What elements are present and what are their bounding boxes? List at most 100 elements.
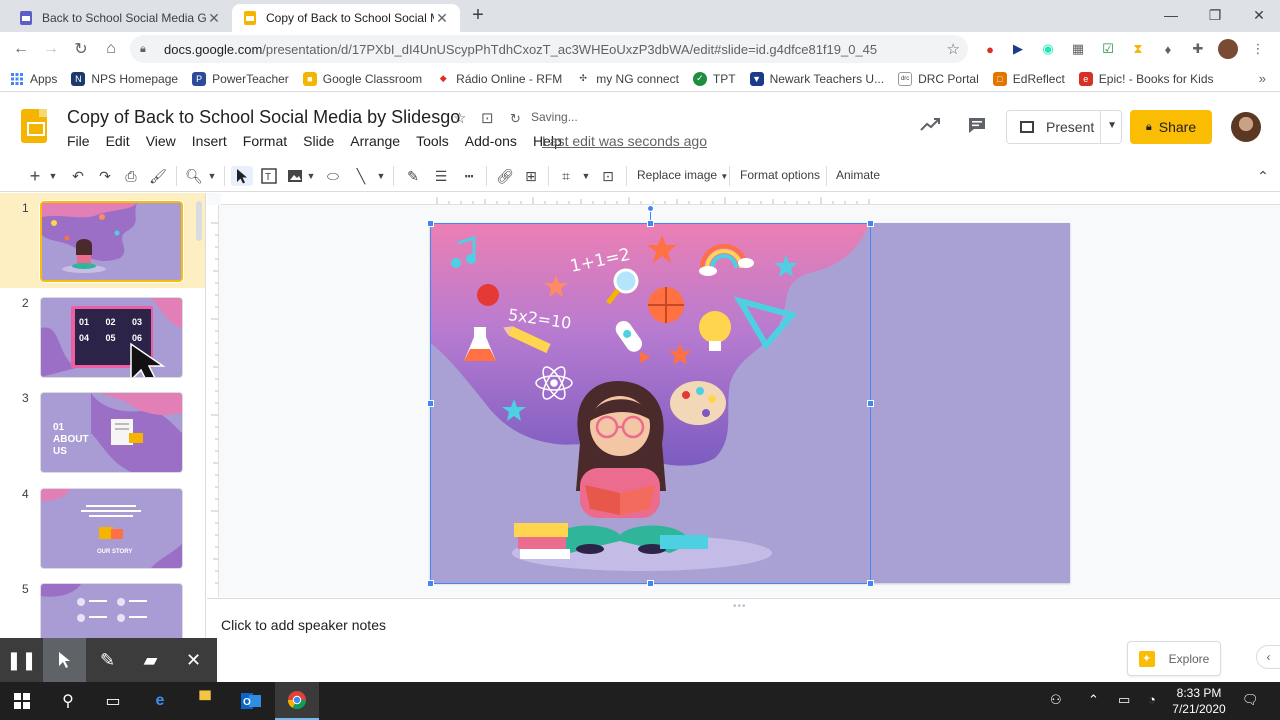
rotate-handle[interactable] [647, 205, 654, 212]
horizontal-ruler[interactable] [221, 193, 1280, 205]
add-comment-icon[interactable]: ⊞ [521, 166, 541, 186]
menu-slide[interactable]: Slide [303, 133, 334, 149]
pause-icon[interactable]: ❚❚ [0, 638, 43, 682]
back-arrow-icon[interactable]: ← [6, 34, 36, 64]
comment-icon[interactable] [967, 116, 987, 139]
bookmark-edreflect[interactable]: □ EdReflect [992, 71, 1065, 86]
close-window-icon[interactable]: ✕ [1236, 0, 1280, 30]
windows-start-icon[interactable] [0, 682, 44, 720]
menu-insert[interactable]: Insert [192, 133, 227, 149]
bookmark-drc[interactable]: drc DRC Portal [898, 71, 979, 86]
crop-dropdown-icon[interactable]: ▼ [580, 166, 592, 186]
resize-handle-top[interactable] [647, 220, 654, 227]
extensions-puzzle-icon[interactable]: ✚ [1188, 39, 1208, 59]
slide-thumbnail-4[interactable]: OUR STORY [40, 488, 183, 569]
vertical-ruler[interactable] [207, 205, 219, 597]
menu-view[interactable]: View [146, 133, 176, 149]
extension-grammarly-icon[interactable]: ◉ [1038, 39, 1058, 59]
bookmark-classroom[interactable]: ■ Google Classroom [302, 71, 422, 86]
account-avatar[interactable] [1231, 112, 1261, 142]
image-selection-box[interactable] [430, 223, 871, 584]
select-cursor-icon[interactable] [231, 166, 253, 186]
slide-thumbnail-3[interactable]: 01 ABOUT US [40, 392, 183, 473]
extension-check-icon[interactable]: ☑ [1098, 39, 1118, 59]
resize-handle-top-right[interactable] [867, 220, 874, 227]
menu-tools[interactable]: Tools [416, 133, 449, 149]
bookmarks-more-icon[interactable]: » [1259, 71, 1266, 86]
home-icon[interactable]: ⌂ [96, 34, 126, 64]
bookmark-nps[interactable]: N NPS Homepage [71, 71, 178, 86]
slide-thumbnail-2[interactable]: 01 02 03 04 05 06 [40, 297, 183, 378]
format-options-button[interactable]: Format options [740, 168, 820, 182]
move-folder-icon[interactable]: ⊡ [481, 109, 494, 127]
resize-handle-bottom-right[interactable] [867, 580, 874, 587]
resize-handle-left[interactable] [427, 400, 434, 407]
share-button[interactable]: 🔒︎ Share [1130, 110, 1212, 144]
border-color-icon[interactable]: ✎ [403, 166, 423, 186]
menu-format[interactable]: Format [243, 133, 287, 149]
bookmark-apps[interactable]: Apps [10, 72, 57, 86]
collapse-toolbar-icon[interactable]: ⌃ [1254, 166, 1272, 186]
chevron-up-icon[interactable]: ⌃ [1088, 692, 1099, 708]
people-icon[interactable]: ⚇ [1050, 692, 1062, 708]
resize-handle-bottom[interactable] [647, 580, 654, 587]
shape-icon[interactable]: ⬭ [323, 166, 343, 186]
search-icon[interactable]: ⚲ [46, 682, 90, 720]
notifications-icon[interactable]: 🗨︎ [1242, 692, 1259, 708]
menu-arrange[interactable]: Arrange [350, 133, 400, 149]
text-box-icon[interactable]: T [259, 166, 279, 186]
edge-browser-icon[interactable]: e [138, 682, 182, 720]
close-tab-icon[interactable]: ✕ [434, 10, 450, 27]
menu-file[interactable]: File [67, 133, 90, 149]
wifi-icon[interactable]: ◔ [1148, 692, 1156, 707]
extension-timer-icon[interactable]: ⧗ [1128, 39, 1148, 59]
bookmark-radio[interactable]: ◆ Rádio Online - RFM [436, 72, 563, 86]
paint-format-icon[interactable]: 🖌︎ [148, 166, 168, 186]
filmstrip-scrollbar[interactable] [196, 201, 202, 241]
pointer-icon[interactable] [43, 638, 86, 682]
bookmark-tpt[interactable]: ✓ TPT [692, 71, 736, 86]
extension-pin-icon[interactable]: ♦ [1158, 39, 1178, 59]
star-icon[interactable]: ☆ [453, 109, 466, 127]
document-title[interactable]: Copy of Back to School Social Media by S… [67, 107, 460, 128]
slide-thumbnail-5[interactable] [40, 583, 183, 638]
menu-edit[interactable]: Edit [106, 133, 130, 149]
present-dropdown-icon[interactable]: ▼ [1107, 120, 1117, 131]
activity-trend-icon[interactable] [920, 116, 940, 137]
file-explorer-icon[interactable]: ▀ [183, 682, 227, 720]
address-bar[interactable]: 🔒︎ docs.google.com/presentation/d/17PXbI… [130, 35, 968, 63]
close-icon[interactable]: ✕ [172, 638, 215, 682]
profile-avatar[interactable] [1218, 39, 1238, 59]
bookmark-powerteacher[interactable]: P PowerTeacher [192, 71, 289, 86]
pen-icon[interactable]: ✎ [86, 638, 129, 682]
animate-button[interactable]: Animate [836, 168, 880, 182]
browser-tab[interactable]: Back to School Social Media Goo ✕ [8, 4, 232, 32]
bookmark-epic[interactable]: e Epic! - Books for Kids [1078, 71, 1214, 86]
extension-grid-icon[interactable]: ▦ [1068, 39, 1088, 59]
line-dropdown-icon[interactable]: ▼ [375, 166, 387, 186]
notes-resize-grip-icon[interactable]: ••• [733, 601, 747, 612]
menu-addons[interactable]: Add-ons [465, 133, 517, 149]
extension-record-icon[interactable]: ● [980, 39, 1000, 59]
replace-image-button[interactable]: Replace image ▼ [637, 168, 728, 182]
insert-image-icon[interactable] [285, 166, 305, 186]
reset-image-icon[interactable]: ⊡ [598, 166, 618, 186]
bookmark-star-icon[interactable]: ☆ [947, 40, 960, 58]
resize-handle-right[interactable] [867, 400, 874, 407]
new-slide-icon[interactable]: + [26, 166, 44, 186]
highlighter-icon[interactable]: ▰ [129, 638, 172, 682]
slide-thumbnail-1[interactable] [39, 200, 184, 283]
task-view-icon[interactable]: ▭ [91, 682, 135, 720]
border-dash-icon[interactable]: ┅ [459, 166, 479, 186]
speaker-notes-panel[interactable]: ••• [207, 598, 1280, 682]
resize-handle-top-left[interactable] [427, 220, 434, 227]
new-tab-button[interactable]: + [468, 5, 488, 26]
browser-tab-active[interactable]: Copy of Back to School Social Me ✕ [232, 4, 460, 32]
border-weight-icon[interactable]: ☰ [431, 166, 451, 186]
new-slide-dropdown-icon[interactable]: ▼ [48, 166, 58, 186]
minimize-icon[interactable]: — [1148, 0, 1194, 30]
taskbar-clock[interactable]: 8:33 PM 7/21/2020 [1166, 685, 1232, 717]
forward-arrow-icon[interactable]: → [36, 34, 66, 64]
outlook-icon[interactable]: O [229, 682, 273, 720]
bookmark-newark[interactable]: ▼ Newark Teachers U... [749, 71, 884, 86]
